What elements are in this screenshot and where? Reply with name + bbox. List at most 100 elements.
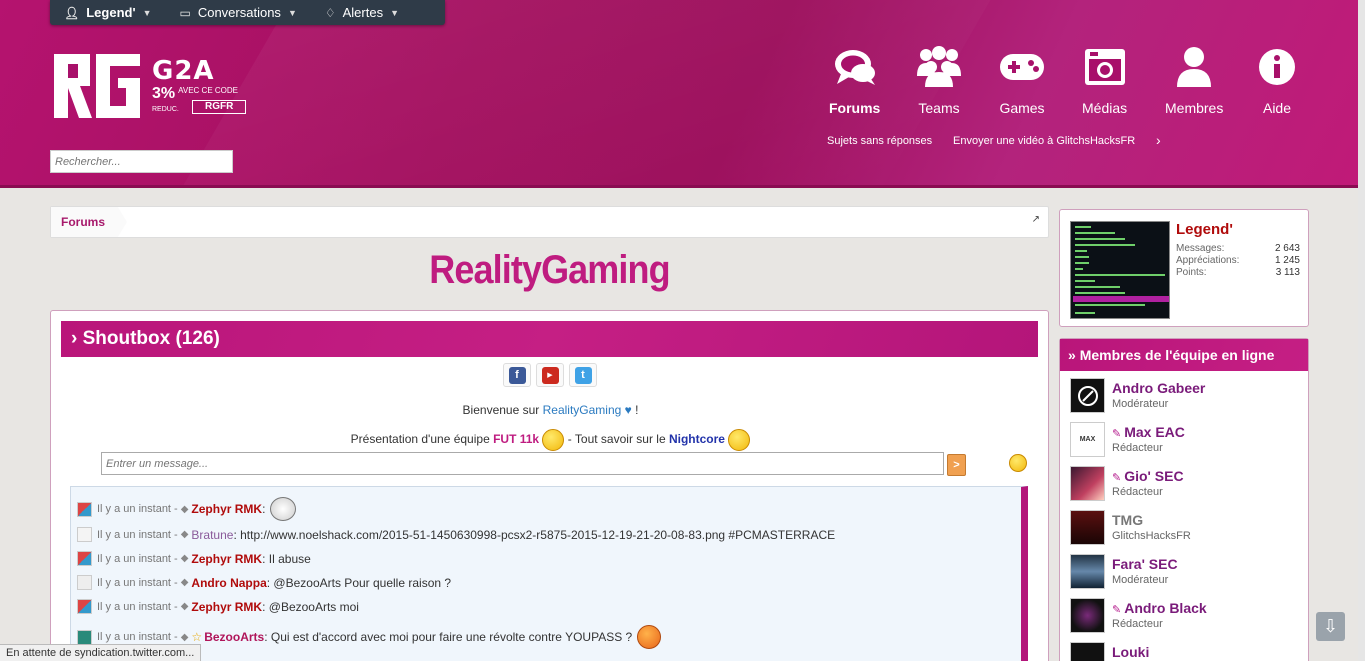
surprised-smiley-icon <box>542 429 565 451</box>
avatar[interactable] <box>77 599 92 614</box>
pencil-icon: ✎ <box>1112 472 1122 484</box>
avatar[interactable] <box>1070 642 1105 661</box>
star-icon: ☆ <box>191 630 203 644</box>
nerd-smiley-icon <box>728 429 751 451</box>
group-icon <box>916 42 962 92</box>
profile-stats: Messages: 2 643 Appréciations: 1 245 Point… <box>1176 243 1300 278</box>
nav-forums[interactable]: Forums <box>829 42 880 116</box>
nav-medias[interactable]: Médias <box>1082 42 1127 116</box>
alerts-menu[interactable]: ♢ Alertes ▼ <box>311 0 413 25</box>
search-input[interactable] <box>50 150 233 173</box>
avatar[interactable] <box>1070 378 1105 413</box>
staff-member: MAX ✎ Max EAC Rédacteur <box>1070 422 1305 462</box>
avatar[interactable] <box>77 527 92 542</box>
emoji-picker-icon[interactable] <box>1009 454 1027 472</box>
social-links: f ▶ t <box>503 363 597 387</box>
youtube-button[interactable]: ▶ <box>536 363 564 387</box>
avatar[interactable] <box>1070 554 1105 589</box>
shoutbox-panel: › Shoutbox (126) f ▶ t Bienvenue sur Rea… <box>50 310 1049 661</box>
chevron-right-icon: › <box>71 328 83 349</box>
breadcrumb: Forums ↗ <box>50 206 1049 238</box>
profile-username[interactable]: Legend' <box>1176 221 1233 238</box>
shoutbox-messages: Il y a un instant - ◆ Zephyr RMK : Il y … <box>70 486 1028 661</box>
message-user[interactable]: Zephyr RMK <box>191 600 262 614</box>
heart-icon: ♥ <box>621 403 632 417</box>
member-name[interactable]: Louki <box>1112 644 1149 660</box>
shoutbox-header: › Shoutbox (126) <box>61 321 1038 357</box>
list-item: Il y a un instant - ◆ Bratune : http://w… <box>77 527 835 542</box>
promo-code: RGFR <box>192 100 247 114</box>
avatar[interactable] <box>1070 598 1105 633</box>
nav-teams[interactable]: Teams <box>916 42 962 116</box>
double-chevron-icon: » <box>1068 347 1080 363</box>
staff-online-header: » Membres de l'équipe en ligne <box>1060 339 1308 371</box>
gamepad-icon <box>999 42 1045 92</box>
message-user[interactable]: Andro Nappa <box>191 576 266 590</box>
welcome-site-link[interactable]: RealityGaming <box>543 403 622 417</box>
shoutbox-message-input[interactable] <box>101 452 944 475</box>
subnav-unanswered[interactable]: Sujets sans réponses <box>827 135 932 147</box>
message-user[interactable]: Zephyr RMK <box>191 502 262 516</box>
avatar[interactable]: MAX <box>1070 422 1105 457</box>
avatar[interactable] <box>1070 221 1170 319</box>
window-scrollbar[interactable] <box>1358 0 1365 661</box>
chevron-down-icon: ▼ <box>142 7 152 18</box>
member-name[interactable]: ✎ Andro Black <box>1112 600 1207 616</box>
chat-bubbles-icon <box>833 42 877 92</box>
avatar[interactable] <box>1070 466 1105 501</box>
grin-smiley-icon <box>637 625 662 649</box>
avatar[interactable] <box>77 501 92 517</box>
g2a-promo-banner[interactable]: G2A 3% AVEC CE CODE REDUC. RGFR <box>152 58 247 114</box>
welcome-message: Bienvenue sur RealityGaming ♥ ! <box>462 403 639 417</box>
member-name[interactable]: ✎ Max EAC <box>1112 424 1185 440</box>
list-item: Il y a un instant - ◆ Zephyr RMK : Il ab… <box>77 551 311 566</box>
list-item: Il y a un instant - ◆ Zephyr RMK : @Bezo… <box>77 599 359 614</box>
subnav-send-video[interactable]: Envoyer une vidéo à GlitchsHacksFR <box>953 135 1135 147</box>
info-icon <box>1258 42 1296 92</box>
chevron-down-icon: ▼ <box>390 7 400 18</box>
nav-games[interactable]: Games <box>999 42 1045 116</box>
twitter-button[interactable]: t <box>569 363 597 387</box>
avatar[interactable] <box>1070 510 1105 545</box>
staff-member: Andro Gabeer Modérateur <box>1070 378 1305 418</box>
conversations-menu[interactable]: ▭ Conversations ▼ <box>165 0 310 25</box>
tag-icon: ◆ <box>180 577 189 588</box>
site-logo[interactable] <box>52 52 142 120</box>
nav-aide[interactable]: Aide <box>1258 42 1296 116</box>
avatar[interactable] <box>77 551 92 566</box>
member-name[interactable]: Andro Gabeer <box>1112 380 1205 396</box>
member-name[interactable]: TMG <box>1112 512 1143 528</box>
arrow-down-icon: ⇩ <box>1322 616 1339 636</box>
external-link-icon[interactable]: ↗ <box>1032 214 1040 225</box>
staff-online-panel: » Membres de l'équipe en ligne Andro Gab… <box>1059 338 1309 661</box>
chevron-down-icon: ▼ <box>287 7 297 18</box>
page-title: RealityGaming <box>429 248 670 292</box>
message-user[interactable]: BezooArts <box>204 630 264 644</box>
scroll-to-top-button[interactable]: ⇩ <box>1316 612 1345 641</box>
member-name[interactable]: ✎ Gio' SEC <box>1112 468 1184 484</box>
twitter-icon: t <box>574 366 592 384</box>
pencil-icon: ✎ <box>1112 428 1122 440</box>
staff-member: ✎ Andro Black Rédacteur <box>1070 598 1305 638</box>
fut-link[interactable]: FUT 11k <box>493 432 539 446</box>
site-header: 👤︎ Legend' ▼ ▭ Conversations ▼ ♢ Alertes… <box>0 0 1358 188</box>
chevron-right-icon[interactable]: › <box>1156 132 1161 148</box>
nav-membres[interactable]: Membres <box>1165 42 1223 116</box>
avatar[interactable] <box>77 629 92 645</box>
tag-icon: ◆ <box>180 529 189 540</box>
pencil-icon: ✎ <box>1112 604 1122 616</box>
send-button[interactable]: > <box>947 454 966 476</box>
nightcore-link[interactable]: Nightcore <box>669 432 725 446</box>
user-menu[interactable]: 👤︎ Legend' ▼ <box>50 0 165 25</box>
avatar[interactable] <box>77 575 92 590</box>
promo-reduc: REDUC. <box>152 106 179 113</box>
youtube-icon: ▶ <box>541 366 559 384</box>
camera-icon <box>1084 42 1126 92</box>
staff-member: ✎ Gio' SEC Rédacteur <box>1070 466 1305 506</box>
facebook-button[interactable]: f <box>503 363 531 387</box>
message-user[interactable]: Zephyr RMK <box>191 552 262 566</box>
top-user-bar: 👤︎ Legend' ▼ ▭ Conversations ▼ ♢ Alertes… <box>50 0 445 25</box>
breadcrumb-forums[interactable]: Forums <box>51 207 128 237</box>
member-name[interactable]: Fara' SEC <box>1112 556 1178 572</box>
message-user[interactable]: Bratune <box>191 528 233 542</box>
